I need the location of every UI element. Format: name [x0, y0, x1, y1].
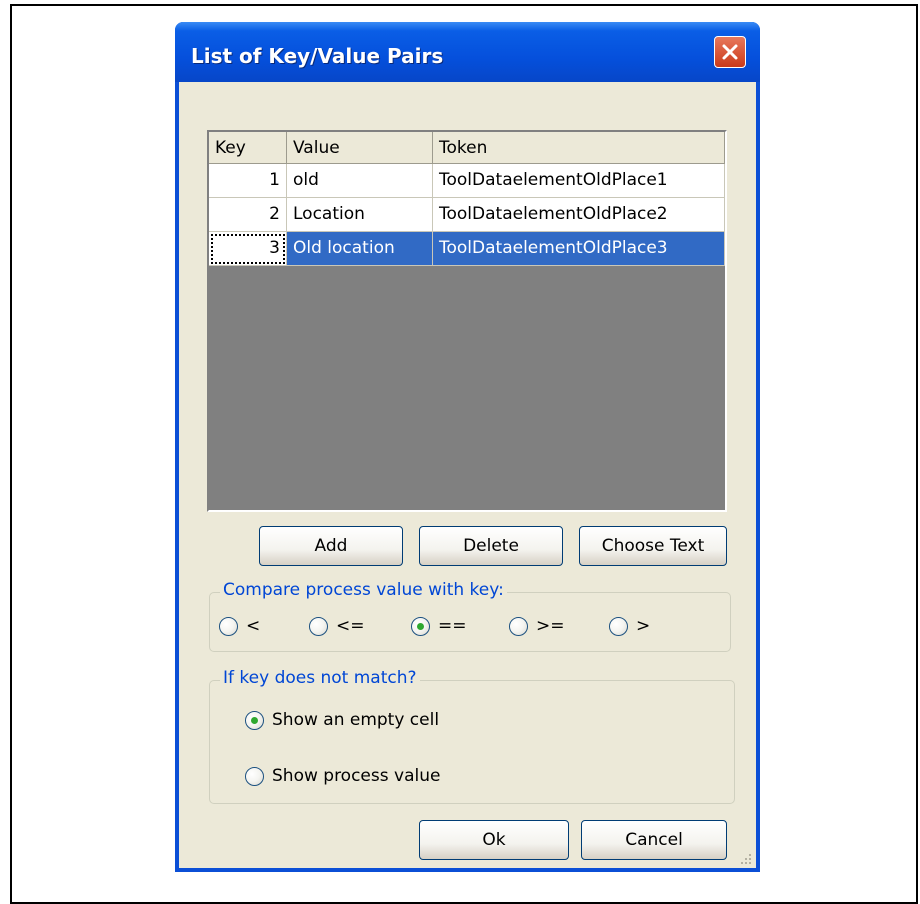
radio-label: <: [246, 616, 261, 636]
dialog-client-area: Key Value Token 1 old ToolDataelementOld…: [179, 82, 756, 868]
column-header-value[interactable]: Value: [287, 132, 433, 164]
compare-le-radio[interactable]: <=: [309, 616, 365, 636]
radio-button-icon: [245, 766, 264, 786]
radio-button-icon: [509, 616, 528, 636]
cell-token[interactable]: ToolDataelementOldPlace2: [433, 198, 725, 232]
show-process-value-radio[interactable]: Show process value: [245, 766, 440, 786]
compare-group: Compare process value with key:: [209, 580, 731, 652]
key-value-table[interactable]: Key Value Token 1 old ToolDataelementOld…: [207, 130, 727, 512]
radio-label: >=: [536, 616, 565, 636]
title-bar[interactable]: List of Key/Value Pairs: [175, 22, 760, 82]
table-row-selected[interactable]: 3 Old location ToolDataelementOldPlace3: [209, 232, 725, 266]
cancel-button[interactable]: Cancel: [581, 820, 727, 860]
close-icon: [721, 43, 739, 61]
column-header-key[interactable]: Key: [209, 132, 287, 164]
compare-lt-radio[interactable]: <: [219, 616, 260, 636]
radio-button-icon: [219, 616, 238, 636]
column-header-token[interactable]: Token: [433, 132, 725, 164]
dialog-title: List of Key/Value Pairs: [191, 44, 444, 68]
choose-text-button[interactable]: Choose Text: [579, 526, 727, 566]
delete-button[interactable]: Delete: [419, 526, 563, 566]
table-row[interactable]: 1 old ToolDataelementOldPlace1: [209, 164, 725, 198]
dialog-window: List of Key/Value Pairs Key Value Token …: [175, 22, 760, 872]
cell-value[interactable]: old: [287, 164, 433, 198]
radio-label: Show process value: [272, 766, 441, 786]
radio-button-icon: [609, 616, 628, 636]
table-row[interactable]: 2 Location ToolDataelementOldPlace2: [209, 198, 725, 232]
cell-key[interactable]: 1: [209, 164, 287, 198]
radio-label: <=: [336, 616, 365, 636]
radio-label: >: [636, 616, 651, 636]
show-empty-cell-radio[interactable]: Show an empty cell: [245, 710, 439, 730]
compare-gt-radio[interactable]: >: [609, 616, 650, 636]
close-button[interactable]: [714, 36, 746, 68]
ok-button[interactable]: Ok: [419, 820, 569, 860]
mismatch-group-legend: If key does not match?: [220, 668, 420, 688]
cell-key[interactable]: 2: [209, 198, 287, 232]
table-header: Key Value Token: [209, 132, 725, 164]
radio-button-checked-icon: [411, 616, 430, 636]
cell-value[interactable]: Old location: [287, 232, 433, 266]
compare-group-legend: Compare process value with key:: [220, 580, 507, 600]
radio-button-checked-icon: [245, 710, 264, 730]
compare-eq-radio[interactable]: ==: [411, 616, 467, 636]
radio-label: Show an empty cell: [272, 710, 440, 730]
cell-key[interactable]: 3: [209, 232, 287, 266]
cell-token[interactable]: ToolDataelementOldPlace1: [433, 164, 725, 198]
compare-ge-radio[interactable]: >=: [509, 616, 565, 636]
radio-button-icon: [309, 616, 328, 636]
cell-value[interactable]: Location: [287, 198, 433, 232]
resize-grip-icon[interactable]: [738, 850, 752, 864]
cell-token[interactable]: ToolDataelementOldPlace3: [433, 232, 725, 266]
radio-label: ==: [438, 616, 467, 636]
add-button[interactable]: Add: [259, 526, 403, 566]
